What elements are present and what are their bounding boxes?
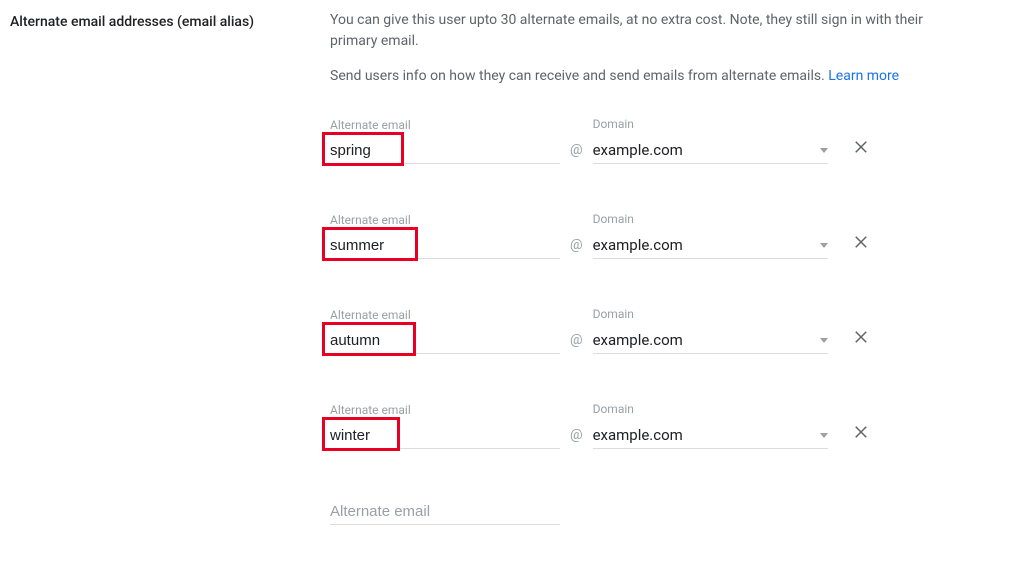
- alias-row: Alternate email@Domain example.com: [330, 402, 964, 449]
- domain-label: Domain: [593, 402, 828, 416]
- domain-label: Domain: [593, 307, 828, 321]
- domain-label: Domain: [593, 117, 828, 131]
- remove-alias-button[interactable]: [852, 328, 870, 354]
- alias-row: Alternate email@Domain example.com: [330, 307, 964, 354]
- close-icon: [852, 423, 870, 441]
- alternate-email-label: Alternate email: [330, 118, 560, 132]
- remove-alias-button[interactable]: [852, 138, 870, 164]
- alternate-email-input[interactable]: [330, 421, 560, 449]
- domain-select[interactable]: example.com: [593, 420, 828, 449]
- chevron-down-icon: [820, 243, 828, 248]
- alternate-email-input[interactable]: [330, 136, 560, 164]
- domain-text: example.com: [593, 331, 683, 349]
- sub-description-span: Send users info on how they can receive …: [330, 68, 828, 84]
- alias-row: Alternate email@Domain example.com: [330, 212, 964, 259]
- at-symbol: @: [560, 142, 593, 164]
- chevron-down-icon: [820, 338, 828, 343]
- at-symbol: @: [560, 427, 593, 449]
- empty-alias-row: [330, 497, 964, 525]
- remove-alias-button[interactable]: [852, 423, 870, 449]
- close-icon: [852, 233, 870, 251]
- section-title: Alternate email addresses (email alias): [10, 10, 330, 525]
- domain-text: example.com: [593, 236, 683, 254]
- alternate-email-input-empty[interactable]: [330, 497, 560, 525]
- alternate-email-label: Alternate email: [330, 403, 560, 417]
- domain-text: example.com: [593, 426, 683, 444]
- alternate-email-label: Alternate email: [330, 213, 560, 227]
- email-field-group: Alternate email: [330, 403, 560, 449]
- email-field-group: Alternate email: [330, 308, 560, 354]
- alternate-email-input[interactable]: [330, 231, 560, 259]
- domain-select[interactable]: example.com: [593, 230, 828, 259]
- domain-field-group: Domain example.com: [593, 307, 828, 354]
- close-icon: [852, 138, 870, 156]
- domain-select[interactable]: example.com: [593, 135, 828, 164]
- remove-alias-button[interactable]: [852, 233, 870, 259]
- email-field-group: Alternate email: [330, 118, 560, 164]
- learn-more-link[interactable]: Learn more: [828, 68, 899, 84]
- sub-description-text: Send users info on how they can receive …: [330, 66, 964, 87]
- domain-field-group: Domain example.com: [593, 117, 828, 164]
- close-icon: [852, 328, 870, 346]
- domain-field-group: Domain example.com: [593, 212, 828, 259]
- email-field-group: Alternate email: [330, 213, 560, 259]
- alternate-email-label: Alternate email: [330, 308, 560, 322]
- alternate-email-input[interactable]: [330, 326, 560, 354]
- chevron-down-icon: [820, 433, 828, 438]
- at-symbol: @: [560, 332, 593, 354]
- domain-label: Domain: [593, 212, 828, 226]
- at-symbol: @: [560, 237, 593, 259]
- alias-row: Alternate email@Domain example.com: [330, 117, 964, 164]
- domain-select[interactable]: example.com: [593, 325, 828, 354]
- content-area: You can give this user upto 30 alternate…: [330, 10, 1024, 525]
- description-text: You can give this user upto 30 alternate…: [330, 10, 964, 52]
- chevron-down-icon: [820, 148, 828, 153]
- domain-field-group: Domain example.com: [593, 402, 828, 449]
- domain-text: example.com: [593, 141, 683, 159]
